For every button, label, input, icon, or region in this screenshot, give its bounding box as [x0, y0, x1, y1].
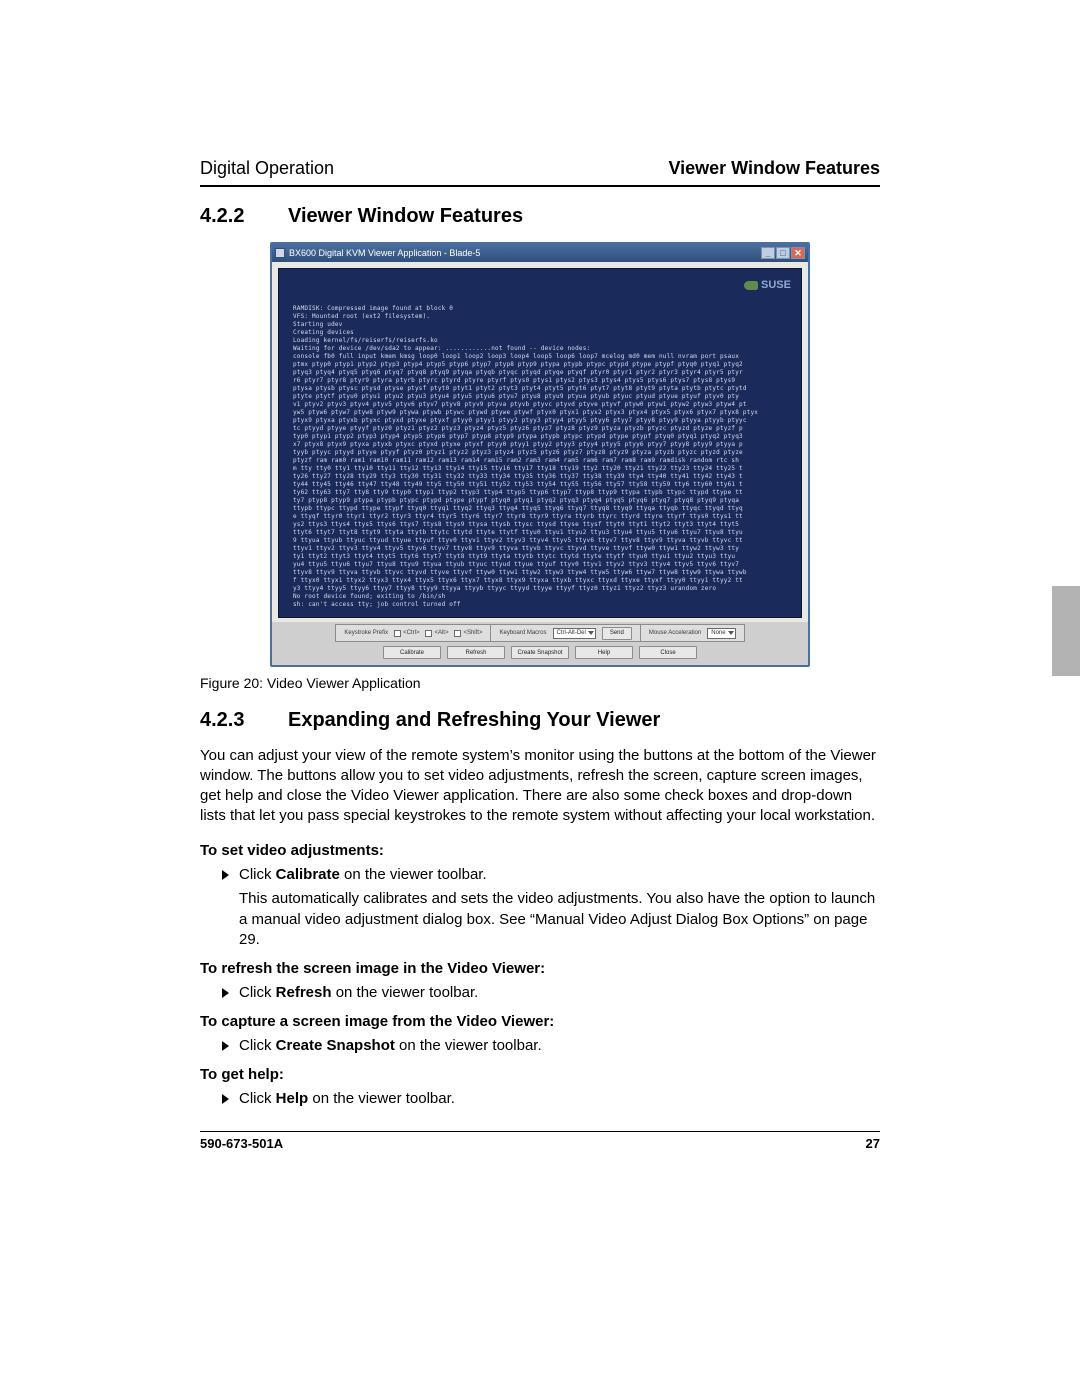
minimize-button[interactable]: _ [761, 247, 775, 259]
terminal-line: 9 ttyua ttyub ttyuc ttyud ttyue ttyuf tt… [293, 537, 791, 545]
terminal-line: ptyte ptytf ptyu0 ptyu1 ptyu2 ptyu3 ptyu… [293, 393, 791, 401]
terminal-line: RAMDISK: Compressed image found at block… [293, 305, 791, 313]
terminal-line: ttyv8 ttyv9 ttyva ttyvb ttyvc ttyvd ttyv… [293, 569, 791, 577]
section-number: 4.2.3 [200, 709, 260, 732]
bullet-icon [222, 870, 229, 880]
terminal-line: yw5 ptyw6 ptyw7 ptyw8 ptyw9 ptywa ptywb … [293, 409, 791, 417]
bullet-help: Click Help on the viewer toolbar. [222, 1089, 880, 1109]
suse-logo: SUSE [744, 279, 791, 291]
terminal-line: ty7 ptyp8 ptyp9 ptypa ptypb ptypc ptypd … [293, 497, 791, 505]
header-right: Viewer Window Features [668, 158, 880, 179]
window-titlebar: BX600 Digital KVM Viewer Application - B… [272, 244, 808, 262]
header-rule [200, 185, 880, 187]
terminal-line: ttyt6 ttyt7 ttyt8 ttyt9 ttyta ttytb ttyt… [293, 529, 791, 537]
mouse-accel-group: Mouse Acceleration None [641, 624, 745, 642]
page-number: 27 [866, 1136, 880, 1151]
window-title: BX600 Digital KVM Viewer Application - B… [289, 248, 480, 258]
toolbar-buttons: Calibrate Refresh Create Snapshot Help Close [278, 646, 802, 659]
doc-number: 590-673-501A [200, 1136, 283, 1151]
ctrl-checkbox[interactable]: <Ctrl> [394, 630, 419, 637]
terminal-line: ty44 tty45 tty46 tty47 tty48 tty49 tty5 … [293, 481, 791, 489]
terminal-line: ptyx9 ptyxa ptyxb ptyxc ptyxd ptyxe ptyx… [293, 417, 791, 425]
terminal-line: ptyq3 ptyq4 ptyq5 ptyq6 ptyq7 ptyq8 ptyq… [293, 369, 791, 377]
bullet-refresh: Click Refresh on the viewer toolbar. [222, 983, 880, 1003]
bullet-icon [222, 1094, 229, 1104]
section-title: Expanding and Refreshing Your Viewer [288, 709, 660, 732]
figure-caption: Figure 20: Video Viewer Application [200, 675, 880, 691]
terminal-line: tc ptyyd ptyye ptyyf ptyz0 ptyz1 ptyz2 p… [293, 425, 791, 433]
bullet-calibrate: Click Calibrate on the viewer toolbar. T… [222, 865, 880, 949]
terminal-line: ty1 ttyt2 ttyt3 ttyt4 ttyt5 ttyt6 ttyt7 … [293, 553, 791, 561]
viewer-toolbar: Keystroke Prefix <Ctrl> <Alt> <Shift> Ke… [272, 622, 808, 665]
gecko-icon [744, 281, 758, 290]
send-button[interactable]: Send [602, 627, 632, 640]
terminal-line: ptyzf ram ram0 ram1 ram10 ram11 ram12 ra… [293, 457, 791, 465]
task-head-help: To get help: [200, 1066, 880, 1083]
alt-checkbox[interactable]: <Alt> [425, 630, 448, 637]
intro-paragraph: You can adjust your view of the remote s… [200, 746, 880, 826]
mouse-accel-dropdown[interactable]: None [707, 628, 735, 639]
terminal-line: v1 ptyv2 ptyv3 ptyv4 ptyv5 ptyv6 ptyv7 p… [293, 401, 791, 409]
task-head-refresh: To refresh the screen image in the Video… [200, 960, 880, 977]
terminal-line: Waiting for device /dev/sda2 to appear: … [293, 345, 791, 353]
figure-20: BX600 Digital KVM Viewer Application - B… [200, 242, 880, 691]
terminal-line: e ttyqf ttyr0 ttyr1 ttyr2 ttyr3 ttyr4 tt… [293, 513, 791, 521]
terminal-line: VFS: Mounted root (ext2 filesystem). [293, 313, 791, 321]
terminal-line: ys2 ttys3 ttys4 ttys5 ttys6 ttys7 ttys8 … [293, 521, 791, 529]
task-head-snapshot: To capture a screen image from the Video… [200, 1013, 880, 1030]
section-4-2-2-heading: 4.2.2 Viewer Window Features [200, 205, 880, 228]
terminal-line: x7 ptyx8 ptyx9 ptyxa ptyxb ptyxc ptyxd p… [293, 441, 791, 449]
terminal-line: m tty tty0 tty1 tty10 tty11 tty12 tty13 … [293, 465, 791, 473]
viewer-app-window: BX600 Digital KVM Viewer Application - B… [270, 242, 810, 667]
remote-terminal: SUSE RAMDISK: Compressed image found at … [278, 268, 802, 618]
terminal-line: yu4 ttyu5 ttyu6 ttyu7 ttyu8 ttyu9 ttyua … [293, 561, 791, 569]
close-button[interactable]: ✕ [791, 247, 805, 259]
page-content: Digital Operation Viewer Window Features… [200, 158, 880, 1151]
thumb-index-tab [1052, 586, 1080, 676]
header-left: Digital Operation [200, 158, 334, 179]
task-head-video-adjust: To set video adjustments: [200, 842, 880, 859]
window-buttons: _ □ ✕ [760, 247, 805, 259]
help-button[interactable]: Help [575, 646, 633, 659]
terminal-line: ptmx ptyp0 ptyp1 ptyp2 ptyp3 ptyp4 ptyp5… [293, 361, 791, 369]
macro-dropdown[interactable]: Ctrl-Alt-Del [553, 628, 596, 639]
running-header: Digital Operation Viewer Window Features [200, 158, 880, 179]
terminal-line: Starting udev [293, 321, 791, 329]
create-snapshot-button[interactable]: Create Snapshot [511, 646, 569, 659]
section-number: 4.2.2 [200, 205, 260, 228]
terminal-line: tyyb ptyyc ptyyd ptyye ptyyf ptyz0 ptyz1… [293, 449, 791, 457]
terminal-line: Loading kernel/fs/reiserfs/reiserfs.ko [293, 337, 791, 345]
close-viewer-button[interactable]: Close [639, 646, 697, 659]
terminal-output: RAMDISK: Compressed image found at block… [293, 305, 791, 609]
section-4-2-3-heading: 4.2.3 Expanding and Refreshing Your View… [200, 709, 880, 732]
terminal-line: sh: can't access tty; job control turned… [293, 601, 791, 609]
calibrate-button[interactable]: Calibrate [383, 646, 441, 659]
keystroke-prefix-group: Keystroke Prefix <Ctrl> <Alt> <Shift> [335, 624, 491, 642]
section-title: Viewer Window Features [288, 205, 523, 228]
terminal-line: r6 ptyr7 ptyr8 ptyr9 ptyra ptyrb ptyrc p… [293, 377, 791, 385]
terminal-line: f ttyx0 ttyx1 ttyx2 ttyx3 ttyx4 ttyx5 tt… [293, 577, 791, 585]
terminal-line: ty62 tty63 tty7 tty8 tty9 ttyp0 ttyp1 tt… [293, 489, 791, 497]
app-icon [275, 248, 285, 258]
terminal-line: ttypb ttypc ttypd ttype ttypf ttyq0 ttyq… [293, 505, 791, 513]
refresh-button[interactable]: Refresh [447, 646, 505, 659]
terminal-line: y3 ttyy4 ttyy5 ttyy6 ttyy7 ttyy8 ttyy9 t… [293, 585, 791, 593]
terminal-line: No root device found; exiting to /bin/sh [293, 593, 791, 601]
shift-checkbox[interactable]: <Shift> [454, 630, 482, 637]
terminal-line: ttyv1 ttyv2 ttyv3 ttyv4 ttyv5 ttyv6 ttyv… [293, 545, 791, 553]
bullet-snapshot: Click Create Snapshot on the viewer tool… [222, 1036, 880, 1056]
bullet-icon [222, 988, 229, 998]
terminal-line: ptysa ptysb ptysc ptysd ptyse ptysf ptyt… [293, 385, 791, 393]
keyboard-macros-group: Keyboard Macros Ctrl-Alt-Del Send [491, 624, 640, 642]
terminal-line: console fb0 full input kmem kmsg loop0 l… [293, 353, 791, 361]
terminal-line: Creating devices [293, 329, 791, 337]
terminal-line: typ0 ptyp1 ptyp2 ptyp3 ptyp4 ptyp5 ptyp6… [293, 433, 791, 441]
bullet-icon [222, 1041, 229, 1051]
running-footer: 590-673-501A 27 [200, 1132, 880, 1151]
maximize-button[interactable]: □ [776, 247, 790, 259]
terminal-line: ty26 tty27 tty28 tty29 tty3 tty30 tty31 … [293, 473, 791, 481]
